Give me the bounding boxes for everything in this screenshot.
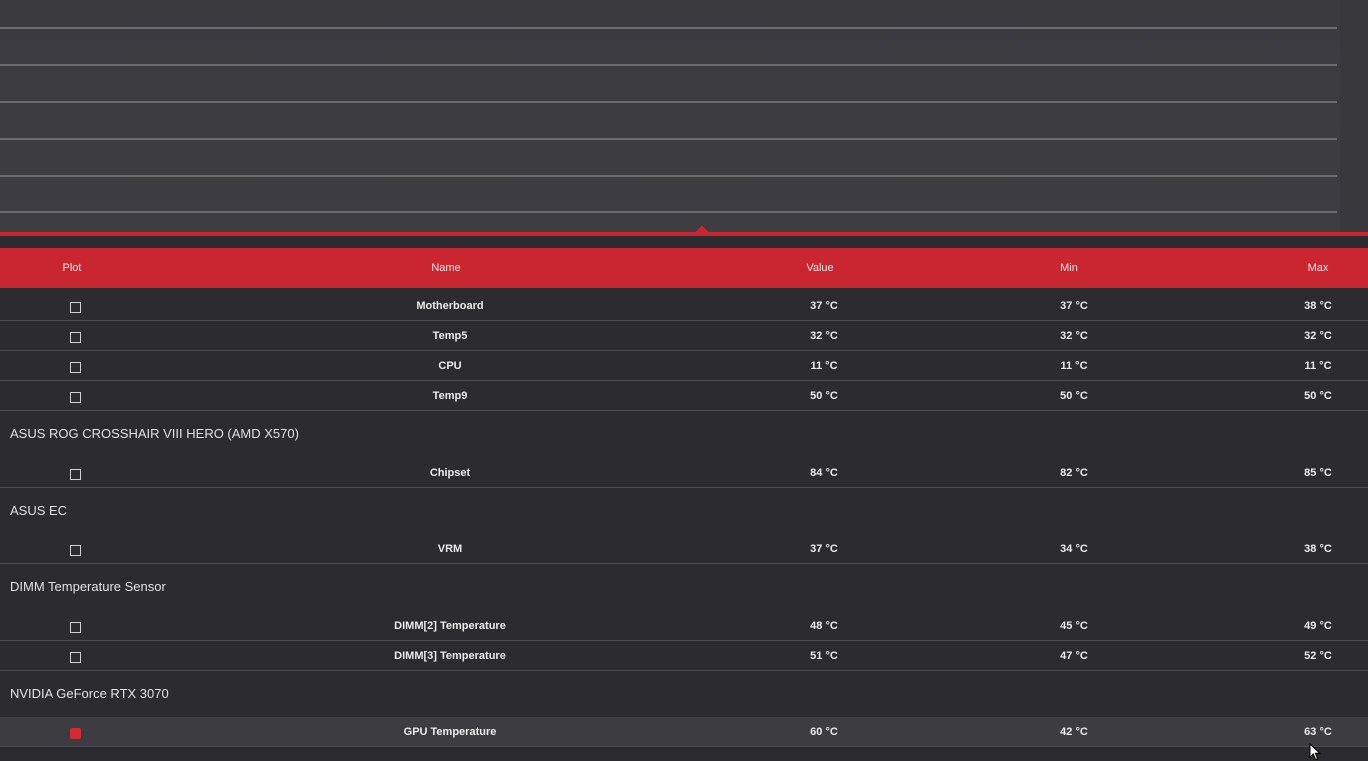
plot-checkbox[interactable] — [70, 622, 81, 633]
plot-checkbox[interactable] — [70, 362, 81, 373]
splitter-gap — [0, 236, 1368, 248]
sensor-max: 50 °C — [1304, 390, 1332, 402]
sensor-name: DIMM[2] Temperature — [394, 620, 506, 632]
sensor-min: 45 °C — [1060, 620, 1088, 632]
sensor-min: 34 °C — [1060, 543, 1088, 555]
graph-gridline — [0, 64, 1337, 66]
sensor-min: 37 °C — [1060, 300, 1088, 312]
sensor-name: DIMM[3] Temperature — [394, 650, 506, 662]
sensor-max: 38 °C — [1304, 543, 1332, 555]
sensor-min: 47 °C — [1060, 650, 1088, 662]
table-row[interactable]: Temp5 32 °C 32 °C 32 °C — [0, 321, 1368, 351]
plot-checkbox[interactable] — [70, 469, 81, 480]
sensor-table-body: Motherboard 37 °C 37 °C 38 °C Temp5 32 °… — [0, 288, 1368, 760]
sensor-max: 11 °C — [1304, 360, 1332, 372]
plot-checkbox[interactable] — [70, 392, 81, 403]
plot-checkbox[interactable] — [70, 302, 81, 313]
sensor-min: 11 °C — [1060, 360, 1088, 372]
sensor-value: 32 °C — [810, 330, 838, 342]
table-row[interactable]: VRM 37 °C 34 °C 38 °C — [0, 534, 1368, 564]
graph-gridline — [0, 27, 1337, 29]
column-header-min[interactable]: Min — [1019, 248, 1119, 288]
mouse-pointer-icon — [1309, 743, 1322, 761]
column-header-max[interactable]: Max — [1268, 248, 1368, 288]
column-header-value[interactable]: Value — [770, 248, 870, 288]
table-row[interactable]: Motherboard 37 °C 37 °C 38 °C — [0, 291, 1368, 321]
sensor-max: 32 °C — [1304, 330, 1332, 342]
sensor-name: Motherboard — [416, 300, 484, 312]
table-row[interactable]: GPU Temperature 60 °C 42 °C 63 °C — [0, 717, 1368, 747]
sensor-name: VRM — [437, 543, 463, 555]
sensor-value: 48 °C — [810, 620, 838, 632]
sensor-min: 32 °C — [1060, 330, 1088, 342]
group-header: ASUS ROG CROSSHAIR VIII HERO (AMD X570) — [10, 426, 299, 441]
sensor-name: CPU — [438, 360, 462, 372]
sensor-max: 49 °C — [1304, 620, 1332, 632]
plot-graph-area — [0, 0, 1368, 234]
sensor-name: GPU Temperature — [403, 726, 497, 738]
sensor-name: Chipset — [429, 467, 471, 479]
sensor-max: 38 °C — [1304, 300, 1332, 312]
sensor-value: 11 °C — [810, 360, 838, 372]
graph-gridline — [0, 101, 1337, 103]
table-row[interactable]: Chipset 84 °C 82 °C 85 °C — [0, 458, 1368, 488]
column-header-plot[interactable]: Plot — [22, 248, 122, 288]
sensor-min: 50 °C — [1060, 390, 1088, 402]
group-header: DIMM Temperature Sensor — [10, 579, 166, 594]
sensor-value: 37 °C — [810, 543, 838, 555]
sensor-min: 42 °C — [1060, 726, 1088, 738]
plot-checkbox[interactable] — [70, 652, 81, 663]
graph-gridline — [0, 138, 1337, 140]
sensor-value: 50 °C — [810, 390, 838, 402]
sensor-value: 60 °C — [810, 726, 838, 738]
sensor-value: 51 °C — [810, 650, 838, 662]
sensor-max: 85 °C — [1304, 467, 1332, 479]
graph-gridline — [0, 211, 1337, 213]
sensor-table-header: Plot Name Value Min Max — [0, 248, 1368, 288]
sensor-min: 82 °C — [1060, 467, 1088, 479]
graph-scrollbar-track — [1340, 0, 1368, 234]
table-row[interactable]: Temp9 50 °C 50 °C 50 °C — [0, 381, 1368, 411]
table-row[interactable]: DIMM[3] Temperature 51 °C 47 °C 52 °C — [0, 641, 1368, 671]
column-header-name[interactable]: Name — [296, 248, 596, 288]
plot-checkbox[interactable] — [70, 332, 81, 343]
sensor-max: 52 °C — [1304, 650, 1332, 662]
table-row[interactable]: DIMM[2] Temperature 48 °C 45 °C 49 °C — [0, 611, 1368, 641]
plot-checkbox[interactable] — [70, 728, 81, 739]
table-row[interactable]: CPU 11 °C 11 °C 11 °C — [0, 351, 1368, 381]
plot-checkbox[interactable] — [70, 545, 81, 556]
graph-gridline — [0, 175, 1337, 177]
group-header: NVIDIA GeForce RTX 3070 — [10, 686, 169, 701]
group-header: ASUS EC — [10, 503, 68, 518]
sensor-value: 37 °C — [810, 300, 838, 312]
sensor-name: Temp5 — [432, 330, 468, 342]
sensor-name: Temp9 — [432, 390, 468, 402]
sensor-value: 84 °C — [810, 467, 838, 479]
